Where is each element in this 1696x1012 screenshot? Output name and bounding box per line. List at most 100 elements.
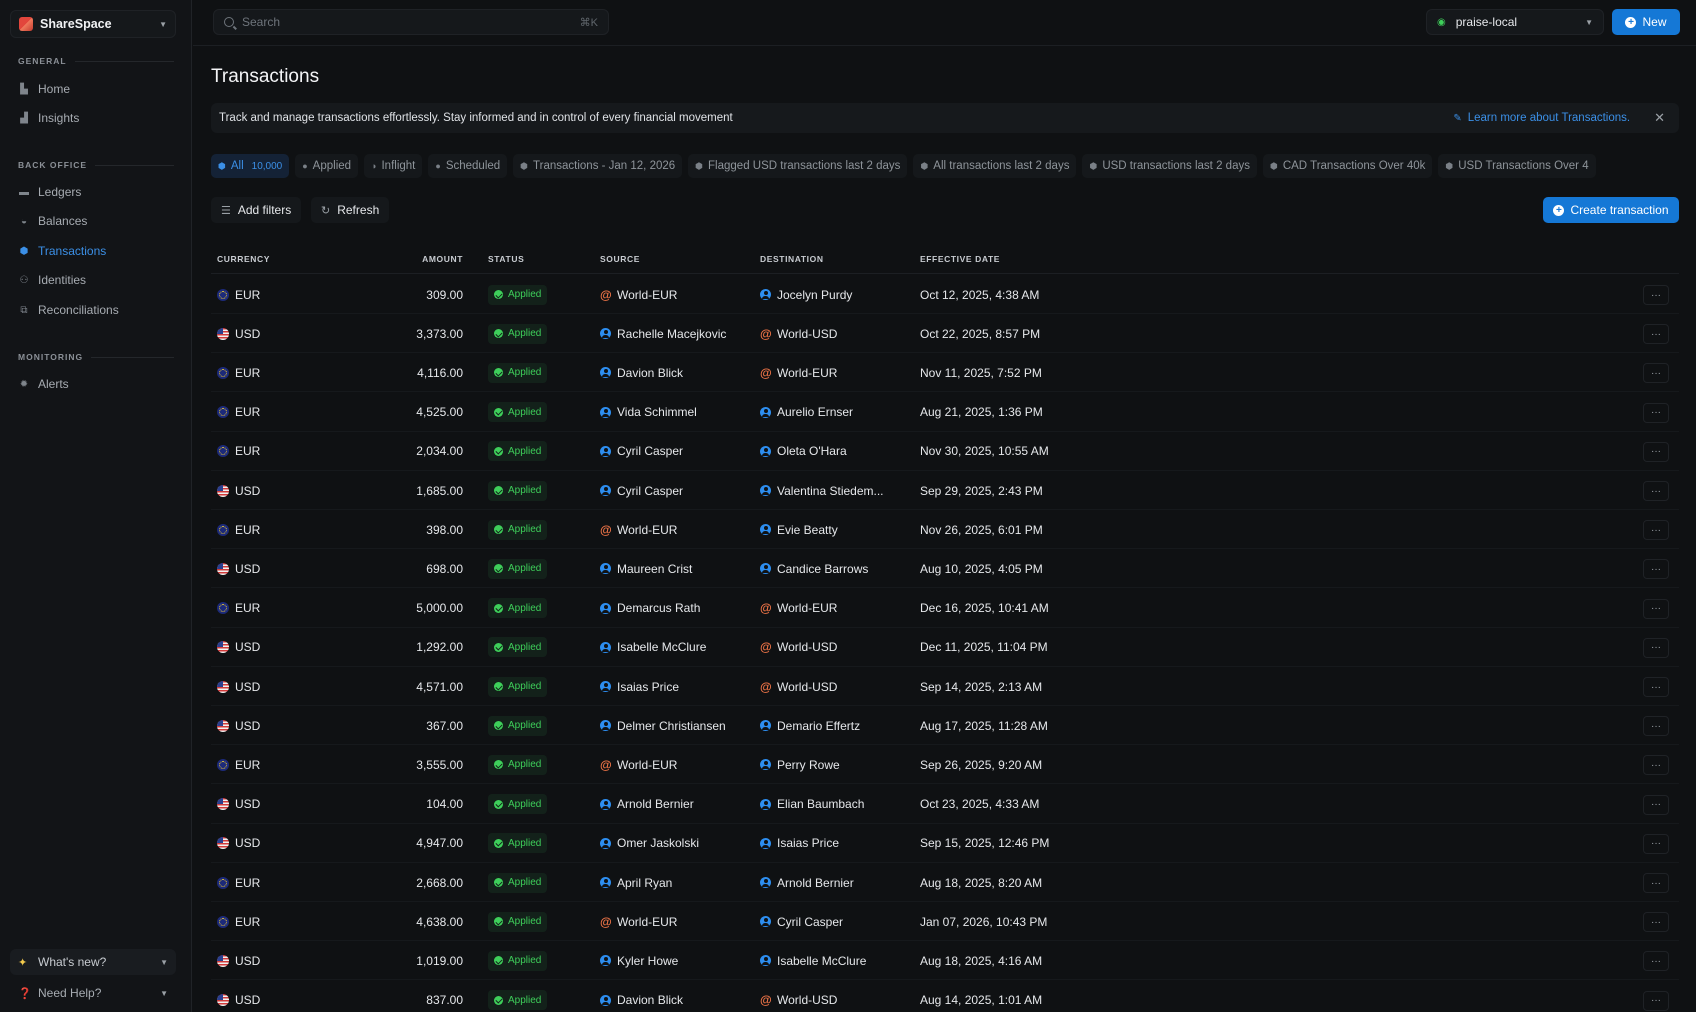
destination-cell[interactable]: Perry Rowe	[760, 745, 840, 784]
column-header-status[interactable]: STATUS	[488, 254, 524, 264]
destination-cell[interactable]: Oleta O'Hara	[760, 432, 847, 471]
workspace-switcher[interactable]: ShareSpace ▼	[10, 10, 176, 38]
tab-inflight[interactable]: ◑ Inflight	[364, 154, 423, 178]
row-actions-button[interactable]: ···	[1643, 520, 1669, 541]
row-actions-button[interactable]: ···	[1643, 951, 1669, 972]
tab-saved-view[interactable]: ⬢ CAD Transactions Over 40k	[1262, 154, 1433, 178]
table-row[interactable]: EUR 4,525.00 Applied Vida Schimmel Aurelio E…	[211, 393, 1679, 432]
learn-more-link[interactable]: ✎ Learn more about Transactions.	[1453, 112, 1630, 124]
destination-cell[interactable]: Aurelio Ernser	[760, 393, 853, 432]
need-help-button[interactable]: ❓ Need Help? ▼	[10, 980, 176, 1006]
destination-cell[interactable]: @ World-USD	[760, 314, 837, 353]
destination-cell[interactable]: Cyril Casper	[760, 902, 843, 941]
tab-saved-view[interactable]: ⬢ Transactions - Jan 12, 2026	[513, 154, 683, 178]
row-actions-button[interactable]: ···	[1643, 363, 1669, 384]
row-actions-button[interactable]: ···	[1643, 990, 1669, 1011]
sidebar-item-ledgers[interactable]: ▬ Ledgers	[18, 181, 174, 203]
destination-cell[interactable]: Isabelle McClure	[760, 941, 866, 980]
destination-cell[interactable]: Candice Barrows	[760, 549, 868, 588]
tab-saved-view[interactable]: ⬢ Flagged USD transactions last 2 days	[688, 154, 908, 178]
row-actions-button[interactable]: ···	[1643, 559, 1669, 580]
destination-cell[interactable]: Isaias Price	[760, 824, 839, 863]
tab-saved-view[interactable]: ⬢ USD Transactions Over 4	[1438, 154, 1596, 178]
table-row[interactable]: USD 367.00 Applied Delmer Christiansen Demar…	[211, 706, 1679, 746]
row-actions-button[interactable]: ···	[1643, 833, 1669, 854]
source-cell[interactable]: Demarcus Rath	[600, 589, 700, 628]
source-cell[interactable]: Rachelle Macejkovic	[600, 314, 726, 353]
sidebar-item-home[interactable]: ▙ Home	[18, 78, 174, 100]
source-cell[interactable]: April Ryan	[600, 863, 672, 902]
row-actions-button[interactable]: ···	[1643, 912, 1669, 933]
table-row[interactable]: EUR 4,638.00 Applied @ World-EUR Cyril Casper…	[211, 902, 1679, 942]
row-actions-button[interactable]: ···	[1643, 755, 1669, 776]
column-header-amount[interactable]: AMOUNT	[422, 254, 463, 264]
row-actions-button[interactable]: ···	[1643, 598, 1669, 619]
close-icon[interactable]: ✕	[1654, 110, 1665, 126]
create-transaction-button[interactable]: + Create transaction	[1543, 197, 1679, 223]
environment-selector[interactable]: ◉ praise-local ▼	[1426, 9, 1604, 35]
row-actions-button[interactable]: ···	[1643, 873, 1669, 893]
column-header-effective-date[interactable]: EFFECTIVE DATE	[920, 254, 1000, 264]
search-input[interactable]: Search ⌘K	[213, 9, 609, 35]
row-actions-button[interactable]: ···	[1643, 441, 1669, 462]
table-row[interactable]: USD 4,571.00 Applied Isaias Price @ World-USD…	[211, 667, 1679, 706]
source-cell[interactable]: Maureen Crist	[600, 549, 692, 588]
table-row[interactable]: USD 1,019.00 Applied Kyler Howe Isabelle McC…	[211, 941, 1679, 981]
tab-applied[interactable]: ● Applied	[295, 154, 359, 178]
table-row[interactable]: USD 3,373.00 Applied Rachelle Macejkovic @ Wo…	[211, 314, 1679, 354]
table-row[interactable]: EUR 3,555.00 Applied @ World-EUR Perry Rowe Se…	[211, 745, 1679, 785]
row-actions-button[interactable]: ···	[1643, 285, 1669, 305]
destination-cell[interactable]: Arnold Bernier	[760, 863, 854, 902]
source-cell[interactable]: Davion Blick	[600, 353, 683, 392]
add-filters-button[interactable]: ☰ Add filters	[211, 197, 302, 223]
table-row[interactable]: USD 1,685.00 Applied Cyril Casper Valentina …	[211, 471, 1679, 510]
table-row[interactable]: USD 4,947.00 Applied Omer Jaskolski Isaias P…	[211, 824, 1679, 863]
destination-cell[interactable]: Valentina Stiedem...	[760, 471, 884, 510]
destination-cell[interactable]: @ World-USD	[760, 628, 837, 667]
table-row[interactable]: USD 1,292.00 Applied Isabelle McClure @ World…	[211, 628, 1679, 667]
row-actions-button[interactable]: ···	[1643, 716, 1669, 737]
sidebar-item-reconciliations[interactable]: ⧉ Reconciliations	[18, 299, 174, 321]
column-header-currency[interactable]: CURRENCY	[217, 254, 270, 264]
column-header-source[interactable]: SOURCE	[600, 254, 640, 264]
row-actions-button[interactable]: ···	[1643, 324, 1669, 345]
row-actions-button[interactable]: ···	[1643, 481, 1669, 501]
destination-cell[interactable]: @ World-USD	[760, 981, 837, 1012]
table-row[interactable]: EUR 5,000.00 Applied Demarcus Rath @ World-EU…	[211, 589, 1679, 628]
destination-cell[interactable]: @ World-EUR	[760, 589, 837, 628]
tab-scheduled[interactable]: ● Scheduled	[428, 154, 508, 178]
refresh-button[interactable]: ↻ Refresh	[311, 197, 390, 223]
table-row[interactable]: EUR 2,668.00 Applied April Ryan Arnold Berni…	[211, 863, 1679, 902]
destination-cell[interactable]: Demario Effertz	[760, 706, 860, 745]
sidebar-item-transactions[interactable]: ⬢ Transactions	[18, 240, 174, 262]
table-row[interactable]: EUR 2,034.00 Applied Cyril Casper Oleta O'Ha…	[211, 432, 1679, 471]
table-row[interactable]: EUR 398.00 Applied @ World-EUR Evie Beatty Nov…	[211, 510, 1679, 550]
table-row[interactable]: EUR 309.00 Applied @ World-EUR Jocelyn Purdy O…	[211, 275, 1679, 314]
new-button[interactable]: + New	[1612, 9, 1680, 35]
source-cell[interactable]: @ World-EUR	[600, 275, 677, 314]
source-cell[interactable]: Cyril Casper	[600, 471, 683, 510]
sidebar-item-insights[interactable]: ▟ Insights	[18, 107, 174, 129]
whats-new-button[interactable]: ✦ What's new? ▼	[10, 949, 176, 975]
source-cell[interactable]: Omer Jaskolski	[600, 824, 699, 863]
table-row[interactable]: USD 837.00 Applied Davion Blick @ World-USD Au…	[211, 981, 1679, 1012]
destination-cell[interactable]: @ World-EUR	[760, 353, 837, 392]
row-actions-button[interactable]: ···	[1643, 402, 1669, 423]
source-cell[interactable]: @ World-EUR	[600, 902, 677, 941]
destination-cell[interactable]: Elian Baumbach	[760, 785, 864, 824]
destination-cell[interactable]: @ World-USD	[760, 667, 837, 706]
table-row[interactable]: EUR 4,116.00 Applied Davion Blick @ World-EUR…	[211, 353, 1679, 393]
tab-saved-view[interactable]: ⬢ All transactions last 2 days	[913, 154, 1077, 178]
row-actions-button[interactable]: ···	[1643, 637, 1669, 658]
tab-all[interactable]: ⬢ All 10,000	[211, 154, 290, 178]
source-cell[interactable]: Isaias Price	[600, 667, 679, 706]
sidebar-item-balances[interactable]: ◒ Balances	[18, 210, 174, 232]
table-row[interactable]: USD 698.00 Applied Maureen Crist Candice Bar…	[211, 549, 1679, 589]
destination-cell[interactable]: Evie Beatty	[760, 510, 838, 549]
source-cell[interactable]: Delmer Christiansen	[600, 706, 726, 745]
source-cell[interactable]: Davion Blick	[600, 981, 683, 1012]
sidebar-item-alerts[interactable]: ✹ Alerts	[18, 373, 174, 395]
tab-saved-view[interactable]: ⬢ USD transactions last 2 days	[1082, 154, 1257, 178]
table-row[interactable]: USD 104.00 Applied Arnold Bernier Elian Baum…	[211, 785, 1679, 824]
source-cell[interactable]: @ World-EUR	[600, 745, 677, 784]
